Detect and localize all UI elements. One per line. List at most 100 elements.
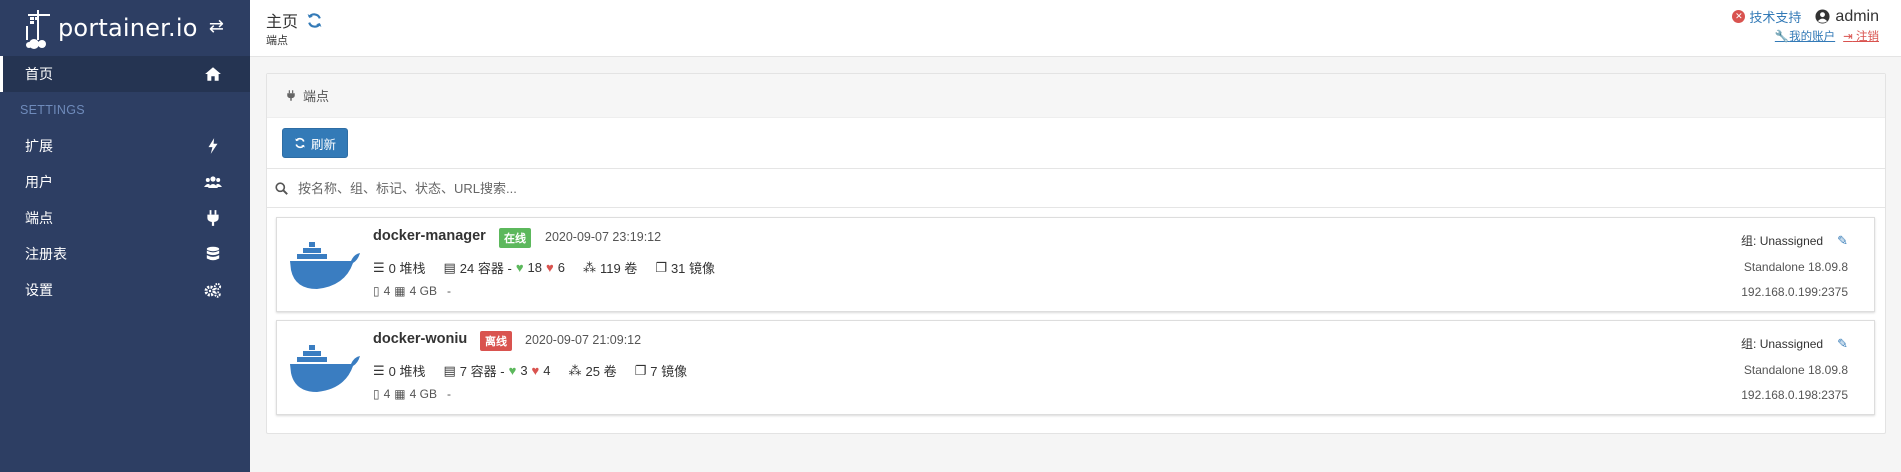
- endpoint-version: Standalone 18.09.8: [1743, 363, 1848, 377]
- resources-dash: -: [447, 387, 451, 401]
- sidebar-item-label: 端点: [25, 210, 53, 226]
- heartbeat-unhealthy-icon: ♥: [531, 363, 540, 378]
- sidebar-item-endpoints[interactable]: 端点: [0, 200, 250, 236]
- cubes-icon: ⁂: [582, 259, 596, 275]
- status-badge: 离线: [480, 331, 512, 351]
- endpoint-group: 组: Unassigned ✎: [1741, 232, 1848, 249]
- top-bar: 主页 端点 ✕ 技术支持 admin 🔧我的账户 ⇥ 注销: [250, 0, 1901, 57]
- heartbeat-healthy-icon: ♥: [515, 260, 524, 275]
- pencil-icon[interactable]: ✎: [1837, 336, 1848, 352]
- sidebar-item-label: 注册表: [25, 246, 67, 262]
- status-badge: 在线: [499, 228, 531, 248]
- user-area: ✕ 技术支持 admin 🔧我的账户 ⇥ 注销: [1732, 7, 1879, 44]
- containers-count: 7 容器 -: [459, 364, 505, 379]
- users-icon: [204, 176, 222, 188]
- plug-icon: [207, 210, 219, 226]
- refresh-icon: [295, 137, 305, 149]
- server-icon: ▤: [443, 362, 456, 378]
- heartbeat-unhealthy-icon: ♥: [546, 260, 554, 275]
- sidebar-item-extensions[interactable]: 扩展: [0, 128, 250, 164]
- support-link[interactable]: ✕ 技术支持: [1732, 7, 1801, 26]
- group-label: 组: Unassigned: [1741, 337, 1824, 351]
- stacks-count: 0 堆栈: [388, 261, 426, 276]
- memory-icon: ▦: [394, 387, 406, 401]
- endpoint-stats: ☰ 0 堆栈 ▤ 24 容器 - ♥ 18 ♥ 6 ⁂ 119 卷 ❐ 31 镜…: [373, 258, 715, 277]
- brand[interactable]: portainer.io ⇄: [0, 0, 250, 56]
- heartbeat-healthy-icon: ♥: [508, 363, 517, 378]
- endpoint-item[interactable]: docker-manager 在线 2020-09-07 23:19:12 ☰ …: [276, 217, 1875, 312]
- sidebar-item-users[interactable]: 用户: [0, 164, 250, 200]
- server-icon: ▤: [443, 259, 456, 275]
- user-name-text: admin: [1835, 7, 1879, 25]
- settings-section-label: SETTINGS: [20, 103, 85, 117]
- cpu-icon: ▯: [373, 284, 380, 298]
- memory-icon: ▦: [394, 284, 406, 298]
- resources-dash: -: [447, 284, 451, 298]
- sidebar-item-label: 设置: [25, 282, 53, 298]
- images-count: 31 镜像: [670, 261, 716, 276]
- refresh-label: 刷新: [311, 137, 337, 152]
- sidebar: portainer.io ⇄ 首页 SETTINGS 扩展 用户 端点 注册表 …: [0, 0, 250, 472]
- unhealthy-count: 4: [543, 363, 551, 378]
- group-label: 组: Unassigned: [1741, 234, 1824, 248]
- cpu-count: 4: [383, 387, 391, 401]
- logout-link[interactable]: ⇥ 注销: [1843, 28, 1879, 44]
- sign-out-icon: ⇥: [1843, 31, 1853, 43]
- stack-icon: ☰: [373, 259, 385, 275]
- sidebar-item-settings[interactable]: 设置: [0, 272, 250, 308]
- volumes-count: 25 卷: [585, 364, 617, 379]
- endpoint-timestamp: 2020-09-07 21:09:12: [525, 333, 642, 347]
- sidebar-item-label: 扩展: [25, 138, 53, 154]
- memory-size: 4 GB: [409, 284, 437, 298]
- pencil-icon[interactable]: ✎: [1837, 233, 1848, 249]
- home-icon: [205, 67, 221, 81]
- my-account-link[interactable]: 🔧我的账户: [1775, 28, 1835, 44]
- swap-icon[interactable]: ⇄: [209, 16, 224, 37]
- endpoint-url: 192.168.0.199:2375: [1741, 285, 1848, 299]
- panel-title: 端点: [303, 89, 330, 104]
- user-name: admin: [1815, 8, 1879, 26]
- panel-toolbar: 刷新: [267, 118, 1885, 168]
- endpoint-resources: ▯ 4 ▦ 4 GB -: [373, 284, 451, 298]
- endpoint-timestamp: 2020-09-07 23:19:12: [545, 230, 662, 244]
- endpoint-item[interactable]: docker-woniu 离线 2020-09-07 21:09:12 ☰ 0 …: [276, 320, 1875, 415]
- sidebar-item-registries[interactable]: 注册表: [0, 236, 250, 272]
- refresh-button[interactable]: 刷新: [282, 128, 349, 158]
- endpoint-group: 组: Unassigned ✎: [1741, 335, 1848, 352]
- endpoint-stats: ☰ 0 堆栈 ▤ 7 容器 - ♥ 3 ♥ 4 ⁂ 25 卷 ❐ 7 镜像: [373, 361, 687, 380]
- page-title-text: 主页: [266, 14, 299, 31]
- cpu-icon: ▯: [373, 387, 380, 401]
- close-circle-icon: ✕: [1732, 10, 1746, 23]
- wrench-icon: 🔧: [1774, 31, 1790, 43]
- endpoints-panel: 端点 刷新 docker-manager 在线 2020-09-07 23:19…: [266, 73, 1886, 434]
- bolt-icon: [208, 138, 218, 154]
- user-circle-icon: [1815, 9, 1830, 24]
- endpoint-url: 192.168.0.198:2375: [1741, 388, 1848, 402]
- docker-whale-icon: [290, 345, 360, 392]
- healthy-count: 18: [527, 260, 542, 275]
- database-icon: [206, 246, 220, 261]
- clone-icon: ❐: [634, 362, 647, 378]
- docker-whale-icon: [290, 242, 360, 289]
- refresh-icon[interactable]: [306, 12, 323, 29]
- search-icon: [275, 181, 288, 195]
- support-label: 技术支持: [1749, 10, 1802, 25]
- images-count: 7 镜像: [650, 364, 688, 379]
- search-input[interactable]: [298, 180, 898, 196]
- logout-label: 注销: [1856, 31, 1879, 43]
- containers-count: 24 容器 -: [459, 261, 512, 276]
- breadcrumb: 端点: [266, 35, 288, 47]
- endpoint-name: docker-woniu: [373, 331, 468, 347]
- endpoint-version: Standalone 18.09.8: [1743, 260, 1848, 274]
- search-bar: [267, 168, 1885, 208]
- sidebar-item-home[interactable]: 首页: [0, 56, 250, 92]
- brand-name: portainer.io: [58, 14, 198, 42]
- volumes-count: 119 卷: [599, 261, 638, 276]
- endpoint-name: docker-manager: [373, 228, 486, 244]
- portainer-logo-icon: [26, 10, 50, 49]
- plug-icon: [287, 90, 295, 101]
- sidebar-item-label: 首页: [25, 66, 53, 82]
- stack-icon: ☰: [373, 362, 385, 378]
- cogs-icon: [204, 282, 222, 298]
- page-title: 主页: [266, 8, 323, 32]
